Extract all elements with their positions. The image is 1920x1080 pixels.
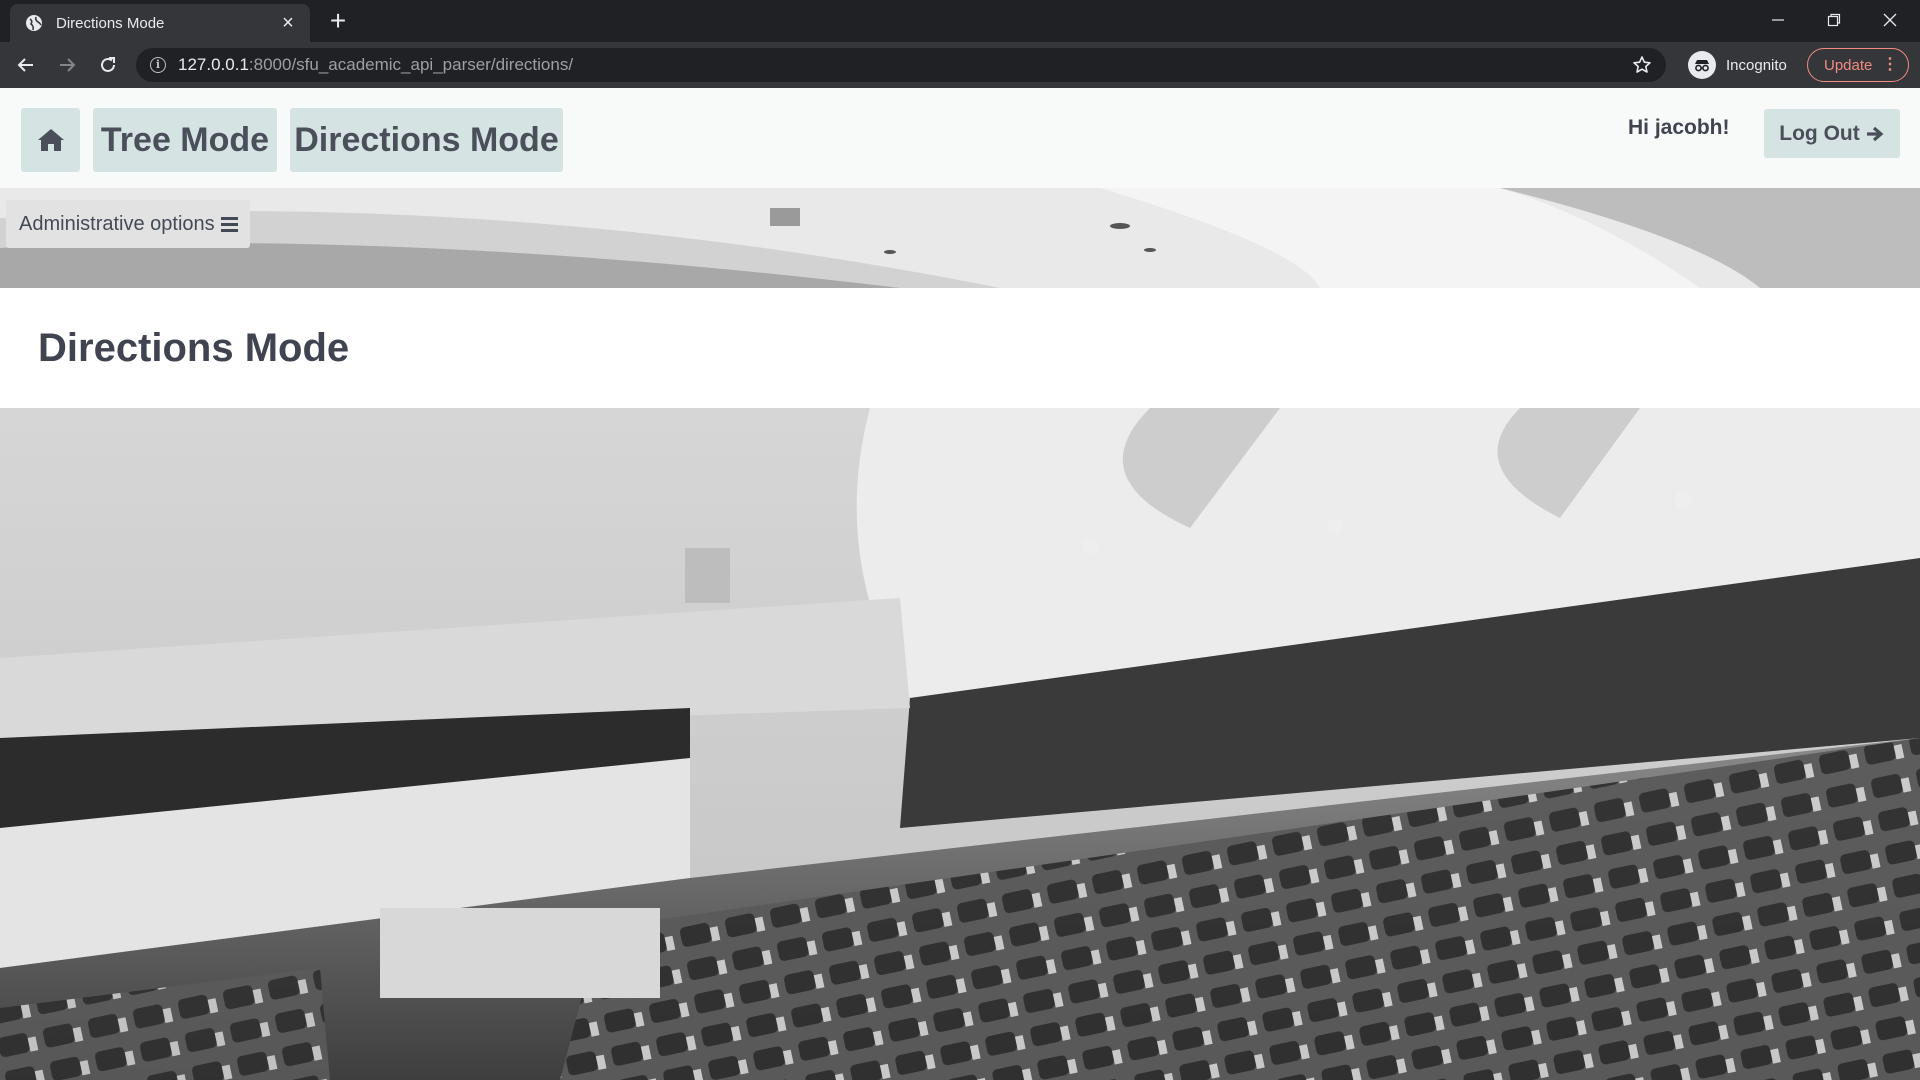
logout-label: Log Out — [1779, 121, 1860, 145]
title-section: Directions Mode — [0, 288, 1920, 408]
url-path: :8000/sfu_academic_api_parser/directions… — [248, 55, 574, 74]
browser-tabstrip: Directions Mode × + — [0, 0, 1920, 42]
page-viewport: Tree Mode Directions Mode Hi jacobh! Log… — [0, 88, 1920, 1080]
menu-bars-icon — [220, 216, 238, 232]
close-window-icon[interactable] — [1862, 0, 1918, 40]
ceiling-image — [0, 188, 1920, 288]
back-arrow-icon[interactable] — [10, 49, 42, 81]
browser-tab[interactable]: Directions Mode × — [10, 4, 310, 42]
logout-button[interactable]: Log Out — [1764, 109, 1900, 158]
reload-icon[interactable] — [92, 49, 124, 81]
lecture-hall-image — [0, 408, 1920, 1080]
administrative-options-button[interactable]: Administrative options — [6, 200, 250, 248]
incognito-icon — [1688, 51, 1716, 79]
tab-title: Directions Mode — [56, 14, 165, 32]
incognito-indicator[interactable]: Incognito — [1688, 50, 1787, 80]
more-vert-icon: ⋮ — [1882, 56, 1898, 73]
arrow-right-icon — [1866, 126, 1884, 141]
minimize-icon[interactable] — [1750, 0, 1806, 40]
browser-toolbar: i 127.0.0.1:8000/sfu_academic_api_parser… — [0, 42, 1920, 88]
update-button[interactable]: Update ⋮ — [1807, 48, 1909, 82]
url-host: 127.0.0.1 — [178, 55, 249, 74]
admin-options-label: Administrative options — [19, 212, 215, 235]
incognito-label: Incognito — [1726, 56, 1787, 74]
globe-icon — [24, 13, 44, 33]
forward-arrow-icon[interactable] — [51, 49, 83, 81]
directions-mode-button[interactable]: Directions Mode — [290, 108, 563, 172]
site-navbar: Tree Mode Directions Mode Hi jacobh! Log… — [0, 88, 1920, 188]
page-title: Directions Mode — [38, 326, 350, 370]
close-tab-icon[interactable]: × — [278, 13, 298, 33]
user-greeting: Hi jacobh! — [1628, 116, 1730, 139]
home-icon — [37, 129, 64, 151]
tree-mode-button[interactable]: Tree Mode — [93, 108, 277, 172]
site-info-icon[interactable]: i — [150, 57, 166, 73]
restore-icon[interactable] — [1806, 0, 1862, 40]
update-label: Update — [1824, 56, 1873, 74]
address-bar[interactable]: i 127.0.0.1:8000/sfu_academic_api_parser… — [136, 48, 1666, 82]
new-tab-icon[interactable]: + — [322, 6, 354, 38]
home-button[interactable] — [21, 108, 80, 172]
header-banner-image: Administrative options — [0, 188, 1920, 288]
bookmark-star-icon[interactable] — [1632, 55, 1652, 75]
